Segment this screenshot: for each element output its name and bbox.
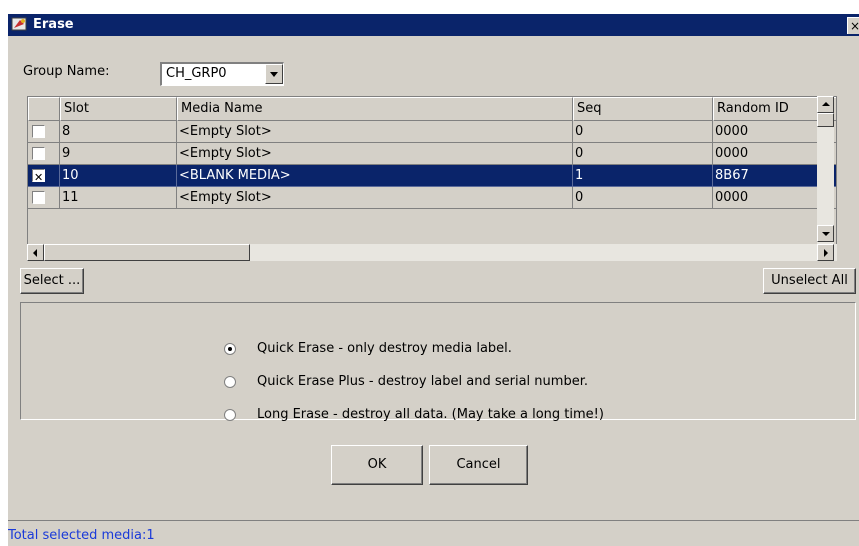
erase-app-icon (11, 17, 27, 31)
scroll-down-button[interactable] (817, 225, 834, 242)
horizontal-scrollbar[interactable] (27, 244, 837, 261)
row-checkbox-checked[interactable] (32, 167, 45, 186)
row-checkbox-cell[interactable] (28, 143, 60, 165)
radio-button[interactable] (224, 376, 236, 388)
table-row[interactable]: 8 <Empty Slot> 0 0000 (28, 121, 836, 143)
slot-cell: 8 (60, 121, 177, 143)
window-title: Erase (33, 17, 74, 32)
horizontal-scroll-thumb[interactable] (44, 244, 250, 261)
table-row[interactable]: 9 <Empty Slot> 0 0000 (28, 143, 836, 165)
radio-label: Quick Erase Plus - destroy label and ser… (257, 374, 588, 389)
dropdown-arrow-button[interactable] (265, 64, 283, 84)
seq-cell: 0 (573, 143, 713, 165)
arrow-right-icon (824, 249, 828, 257)
group-name-label: Group Name: (23, 64, 110, 79)
seq-cell: 1 (573, 165, 713, 187)
media-name-cell: <Empty Slot> (177, 143, 573, 165)
column-header-media-name[interactable]: Media Name (177, 97, 573, 121)
slot-cell: 9 (60, 143, 177, 165)
seq-cell: 0 (573, 121, 713, 143)
media-name-cell: <BLANK MEDIA> (177, 165, 573, 187)
column-header-slot[interactable]: Slot (60, 97, 177, 121)
scroll-right-button[interactable] (817, 244, 834, 261)
row-checkbox[interactable] (32, 191, 45, 204)
radio-button-selected[interactable] (224, 343, 236, 355)
close-button[interactable]: × (847, 17, 859, 34)
row-checkbox[interactable] (32, 125, 45, 138)
column-header-check[interactable] (28, 97, 60, 121)
radio-label: Quick Erase - only destroy media label. (257, 341, 512, 356)
row-checkbox-cell[interactable] (28, 165, 60, 187)
group-name-dropdown[interactable]: CH_GRP0 (160, 62, 284, 86)
seq-cell: 0 (573, 187, 713, 209)
vertical-scroll-thumb[interactable] (817, 113, 834, 127)
arrow-up-icon (822, 102, 830, 106)
chevron-down-icon (270, 72, 278, 77)
table-row[interactable]: 11 <Empty Slot> 0 0000 (28, 187, 836, 209)
media-name-cell: <Empty Slot> (177, 121, 573, 143)
group-name-value: CH_GRP0 (166, 66, 227, 81)
table-header: Slot Media Name Seq Random ID (28, 97, 836, 121)
arrow-down-icon (822, 232, 830, 236)
arrow-left-icon (33, 249, 37, 257)
media-name-cell: <Empty Slot> (177, 187, 573, 209)
slot-cell: 11 (60, 187, 177, 209)
status-bar: Total selected media:1 (8, 520, 859, 546)
slot-cell: 10 (60, 165, 177, 187)
radio-label: Long Erase - destroy all data. (May take… (257, 407, 604, 422)
scroll-left-button[interactable] (27, 244, 44, 261)
select-button[interactable]: Select ... (20, 268, 84, 294)
vertical-scrollbar[interactable] (817, 96, 834, 259)
row-checkbox-cell[interactable] (28, 121, 60, 143)
column-header-seq[interactable]: Seq (573, 97, 713, 121)
row-checkbox-cell[interactable] (28, 187, 60, 209)
row-checkbox[interactable] (32, 147, 45, 160)
media-table: Slot Media Name Seq Random ID 8 <Empty S… (27, 96, 837, 259)
title-bar[interactable]: Erase × (8, 14, 859, 36)
erase-dialog: Erase × Group Name: CH_GRP0 Slot Media N… (7, 14, 859, 546)
erase-options-panel: Quick Erase - only destroy media label. … (20, 302, 856, 422)
unselect-all-button[interactable]: Unselect All (763, 268, 856, 294)
scroll-up-button[interactable] (817, 96, 834, 113)
ok-button[interactable]: OK (331, 445, 423, 485)
close-icon: × (849, 19, 859, 33)
cancel-button[interactable]: Cancel (429, 445, 528, 485)
status-text: Total selected media:1 (8, 528, 155, 543)
table-row-selected[interactable]: 10 <BLANK MEDIA> 1 8B67 (28, 165, 836, 187)
radio-button[interactable] (224, 409, 236, 421)
